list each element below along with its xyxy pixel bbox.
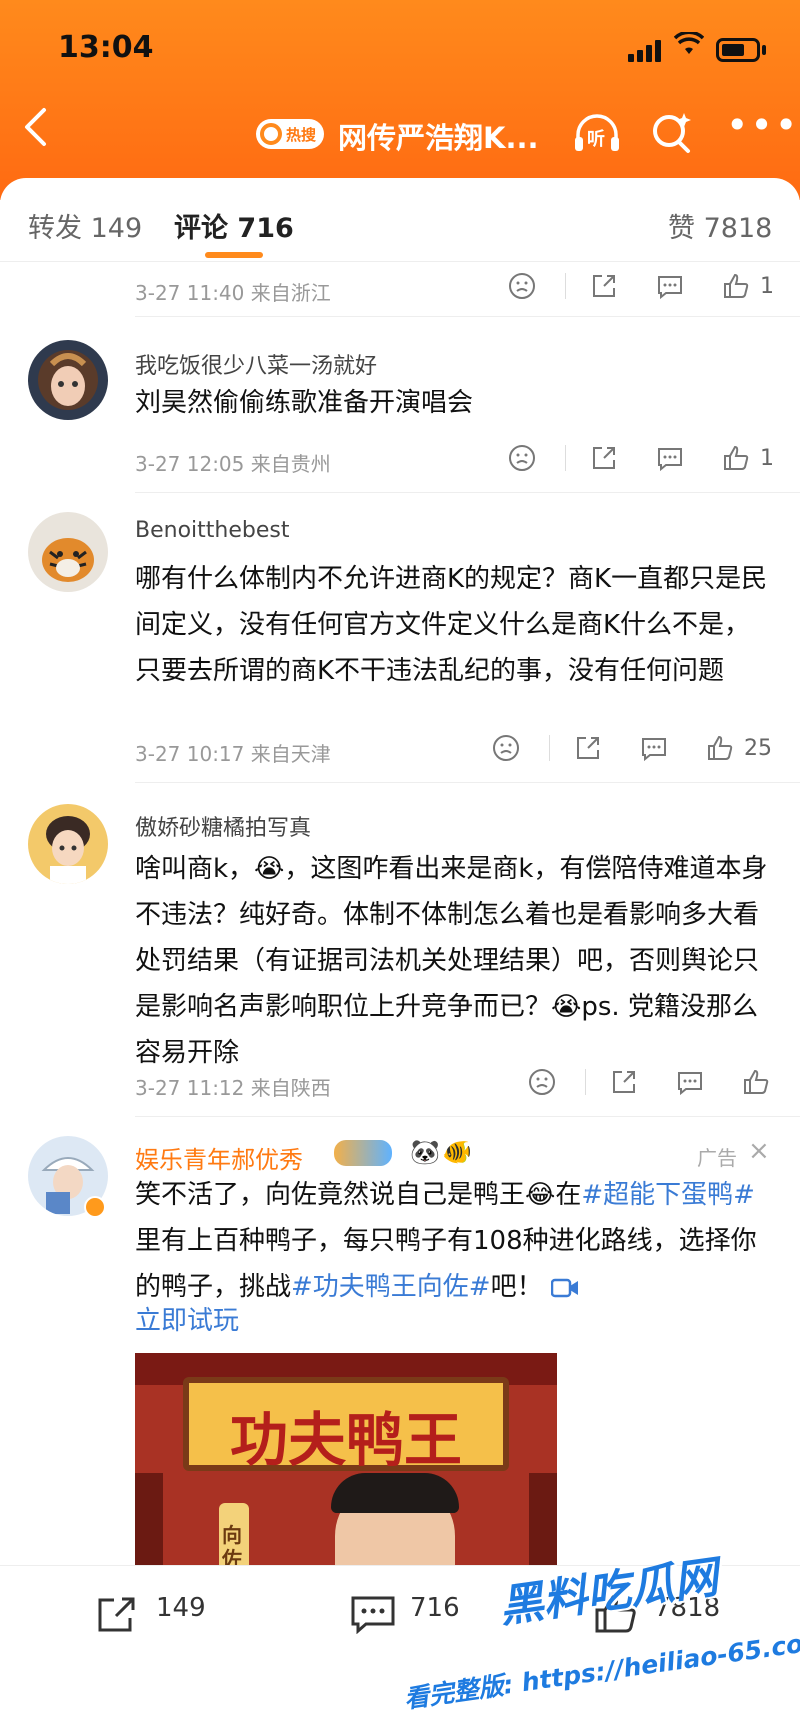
dislike-icon[interactable] — [528, 1068, 556, 1096]
avatar[interactable] — [28, 340, 108, 420]
battery-tip — [762, 45, 766, 55]
comment-username[interactable]: Benoitthebest — [135, 518, 289, 543]
back-icon[interactable] — [22, 107, 48, 154]
tab-repost-count: 149 — [90, 213, 143, 244]
tab-likes[interactable]: 赞 7818 — [668, 206, 772, 245]
hashtag-link[interactable]: #超能下蛋鸭# — [581, 1180, 755, 1210]
listen-label: 听 — [587, 129, 605, 150]
bottom-comment-count[interactable]: 716 — [410, 1593, 460, 1623]
avatar[interactable] — [28, 512, 108, 592]
comment-divider — [135, 316, 800, 317]
image-pillar — [529, 1473, 557, 1565]
like-count: 1 — [760, 446, 774, 471]
image-pillar — [135, 1473, 163, 1565]
ad-text: 笑不活了，向佐竟然说自己是鸭王😂在#超能下蛋鸭#里有上百种鸭子，每只鸭子有108… — [135, 1172, 775, 1310]
action-separator — [549, 735, 550, 761]
status-time: 13:04 — [58, 30, 154, 65]
hot-search-icon — [260, 123, 282, 145]
tab-bar: 转发 149 评论 716 赞 7818 — [0, 178, 800, 262]
comment-text: 啥叫商k，😭，这图咋看出来是商k，有偿陪侍难道本身不违法？纯好奇。体制不体制怎么… — [135, 854, 768, 1068]
status-bar: 13:04 — [0, 0, 800, 95]
tab-likes-label: 赞 — [668, 213, 695, 244]
tab-indicator — [205, 252, 263, 258]
share-icon[interactable] — [610, 1068, 638, 1096]
panda-icon: 🐼 — [410, 1138, 440, 1166]
more-icon[interactable]: ••• — [726, 105, 799, 145]
ad-username[interactable]: 娱乐青年郝优秀 — [135, 1140, 303, 1175]
reply-icon[interactable] — [656, 444, 684, 472]
try-now-link[interactable]: 立即试玩 — [135, 1298, 775, 1344]
ad-label: 广告 — [697, 1146, 737, 1170]
like-icon[interactable] — [722, 272, 750, 300]
listen-button[interactable]: 听 — [572, 111, 622, 157]
action-separator — [565, 273, 566, 299]
reply-icon[interactable] — [676, 1068, 704, 1096]
reply-icon[interactable] — [640, 734, 668, 762]
search-icon[interactable] — [650, 111, 694, 159]
share-icon[interactable] — [574, 734, 602, 762]
avatar[interactable] — [28, 804, 108, 884]
video-icon[interactable] — [550, 1277, 579, 1299]
comment-actions: 25 — [0, 734, 800, 774]
dislike-icon[interactable] — [492, 734, 520, 762]
bottom-repost-count[interactable]: 149 — [156, 1593, 206, 1623]
dislike-icon[interactable] — [508, 272, 536, 300]
image-person-hair — [331, 1473, 459, 1513]
image-scroll-text: 向佐 — [222, 1523, 242, 1565]
image-scroll: 向佐 — [219, 1503, 249, 1565]
comment-username[interactable]: 傲娇砂糖橘拍写真 — [135, 810, 311, 842]
verified-icon — [84, 1196, 106, 1218]
battery-icon — [716, 38, 760, 62]
like-icon[interactable] — [706, 734, 734, 762]
like-count: 1 — [760, 274, 774, 299]
like-icon[interactable] — [722, 444, 750, 472]
comment-divider — [135, 492, 800, 493]
image-title: 功夫鸭王 — [229, 1406, 462, 1474]
comment-actions: 1 — [0, 444, 800, 484]
hot-search-label: 热搜 — [286, 125, 317, 144]
tab-comments-label: 评论 — [174, 213, 228, 244]
comment-actions — [0, 1068, 800, 1108]
like-count: 25 — [744, 736, 772, 761]
tab-likes-count: 7818 — [703, 213, 773, 244]
image-sign: 功夫鸭王 — [183, 1377, 509, 1474]
comment-username[interactable]: 我吃饭很少八菜一汤就好 — [135, 348, 377, 380]
ad-text-part: 笑不活了，向佐竟然说自己是鸭王😂在 — [135, 1180, 582, 1210]
comment-divider — [135, 1116, 800, 1117]
action-separator — [585, 1069, 586, 1095]
comment-text: 刘昊然偷偷练歌准备开演唱会 — [135, 388, 474, 418]
tab-repost[interactable]: 转发 149 — [28, 206, 142, 245]
comment-text: 哪有什么体制内不允许进商K的规定？商K一直都只是民间定义，没有任何官方文件定义什… — [135, 564, 768, 686]
comment-icon[interactable] — [350, 1594, 396, 1634]
wifi-icon — [673, 30, 705, 62]
share-icon[interactable] — [590, 272, 618, 300]
page-title[interactable]: 网传严浩翔K... — [338, 115, 539, 157]
repost-icon[interactable] — [96, 1594, 140, 1634]
signal-icon — [628, 40, 662, 62]
reply-icon[interactable] — [656, 272, 684, 300]
tab-comments[interactable]: 评论 716 — [174, 206, 294, 245]
badge-icon — [334, 1140, 392, 1166]
comment-divider — [135, 782, 800, 783]
dislike-icon[interactable] — [508, 444, 536, 472]
close-icon[interactable]: × — [748, 1136, 770, 1166]
action-separator — [565, 445, 566, 471]
tab-repost-label: 转发 — [28, 213, 82, 244]
hot-search-badge[interactable]: 热搜 — [256, 119, 325, 149]
like-icon[interactable] — [742, 1068, 770, 1096]
fish-icon: 🐠 — [442, 1138, 472, 1166]
comment-actions: 1 — [0, 272, 800, 312]
nav-bar: 热搜 网传严浩翔K... 听 ••• — [0, 95, 800, 175]
ad-image[interactable]: 功夫鸭王 向佐 — [135, 1353, 557, 1565]
share-icon[interactable] — [590, 444, 618, 472]
tab-comments-count: 716 — [237, 213, 294, 244]
